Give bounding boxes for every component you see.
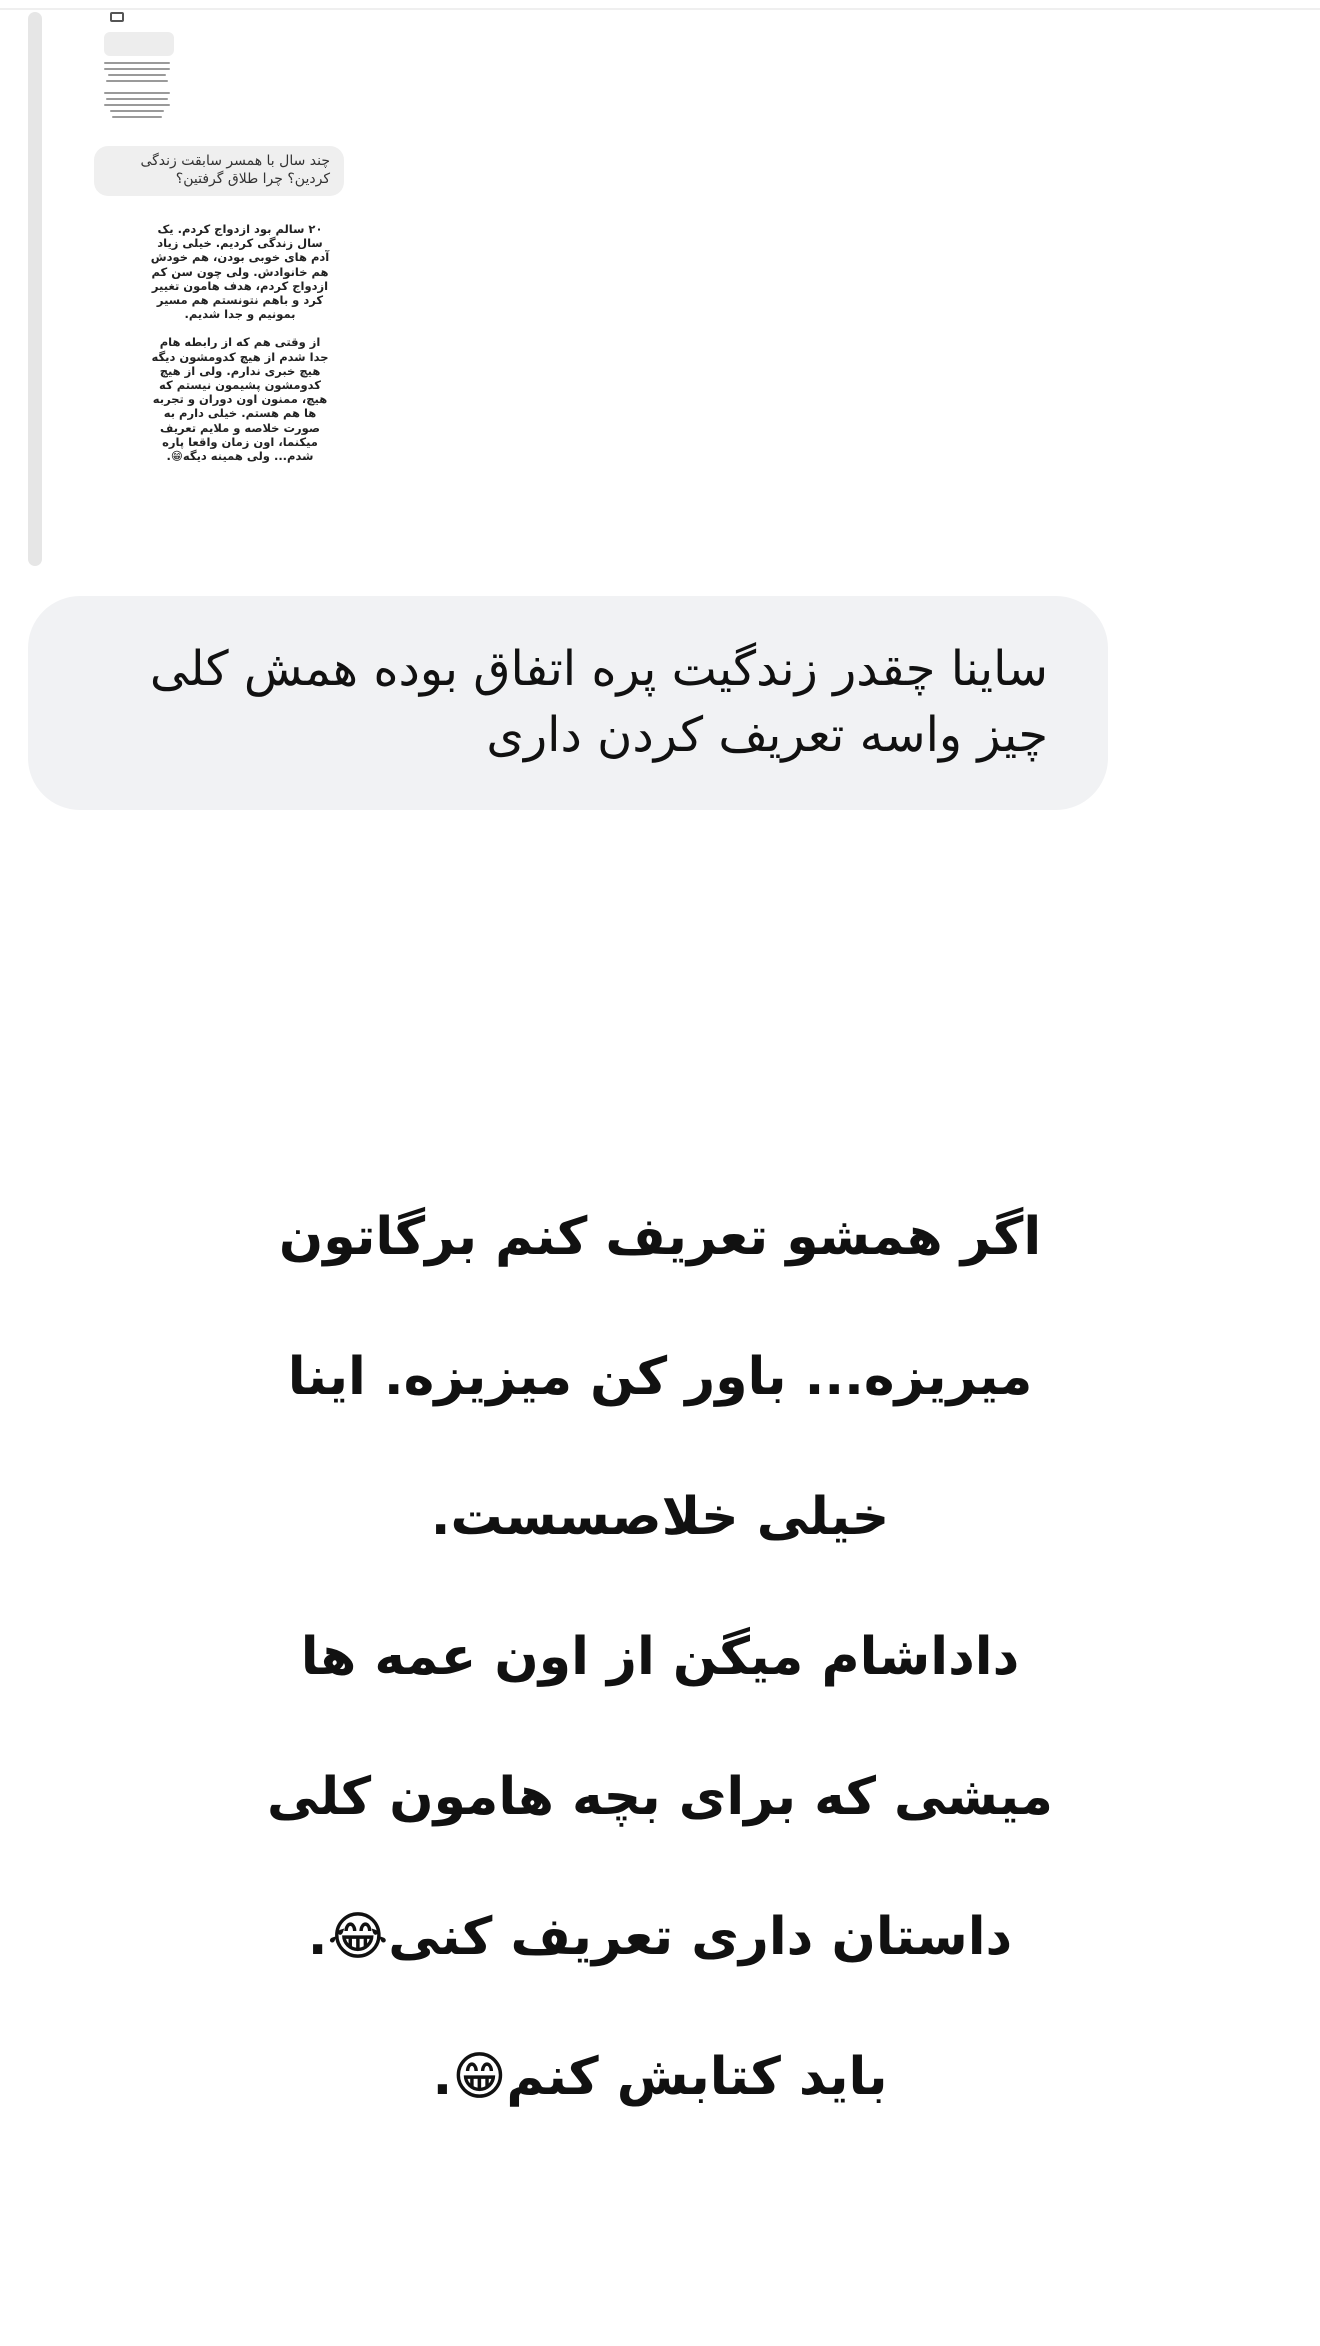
thumbnail-text-line [108,74,166,76]
story-text-line: باید کتابش کنم😁. [432,2047,888,2107]
story-text-line: میریزه... باور کن میزیزه. اینا [287,1347,1033,1407]
reply-quote-bar [28,12,42,566]
thumbnail-text-line [104,104,170,106]
thumbnail-text-line [104,62,170,64]
story-text-line: داستان داری تعریف کنی😂. [307,1907,1013,1967]
story-text-line: خیلی خلاصسست. [430,1487,890,1547]
thumbnail-text-line [104,68,170,70]
quoted-answer-paragraph: ۲۰ سالم بود ازدواج کردم. یک سال زندگی کر… [150,222,330,322]
thumbnail-question-bubble [104,32,174,56]
quoted-story-answer: ۲۰ سالم بود ازدواج کردم. یک سال زندگی کر… [150,222,330,477]
story-text-line: اگر همشو تعریف کنم برگاتون [278,1207,1042,1267]
thumbnail-text-line [104,92,170,94]
quoted-answer-paragraph: از وقتی هم که از رابطه هام جدا شدم از هی… [151,335,329,464]
story-text-line: داداشام میگن از اون عمه ها [300,1627,1020,1687]
story-text-line: میشی که برای بچه هامون کلی [267,1767,1053,1827]
thumbnail-text-line [106,98,168,100]
top-divider [0,8,1320,10]
story-text-block: اگر همشو تعریف کنم برگاتون میریزه... باو… [200,1132,1120,2182]
thumbnail-text-line [110,110,164,112]
reply-message-bubble[interactable]: ساینا چقدر زندگیت پره اتفاق بوده همش کلی… [28,596,1108,810]
quoted-story-question: چند سال با همسر سابقت زندگی کردین؟ چرا ط… [94,146,344,196]
thumbnail-text-line [106,80,168,82]
thumbnail-text-line [112,116,162,118]
quoted-story-thumbnail[interactable] [92,12,182,140]
camera-icon [110,12,124,22]
